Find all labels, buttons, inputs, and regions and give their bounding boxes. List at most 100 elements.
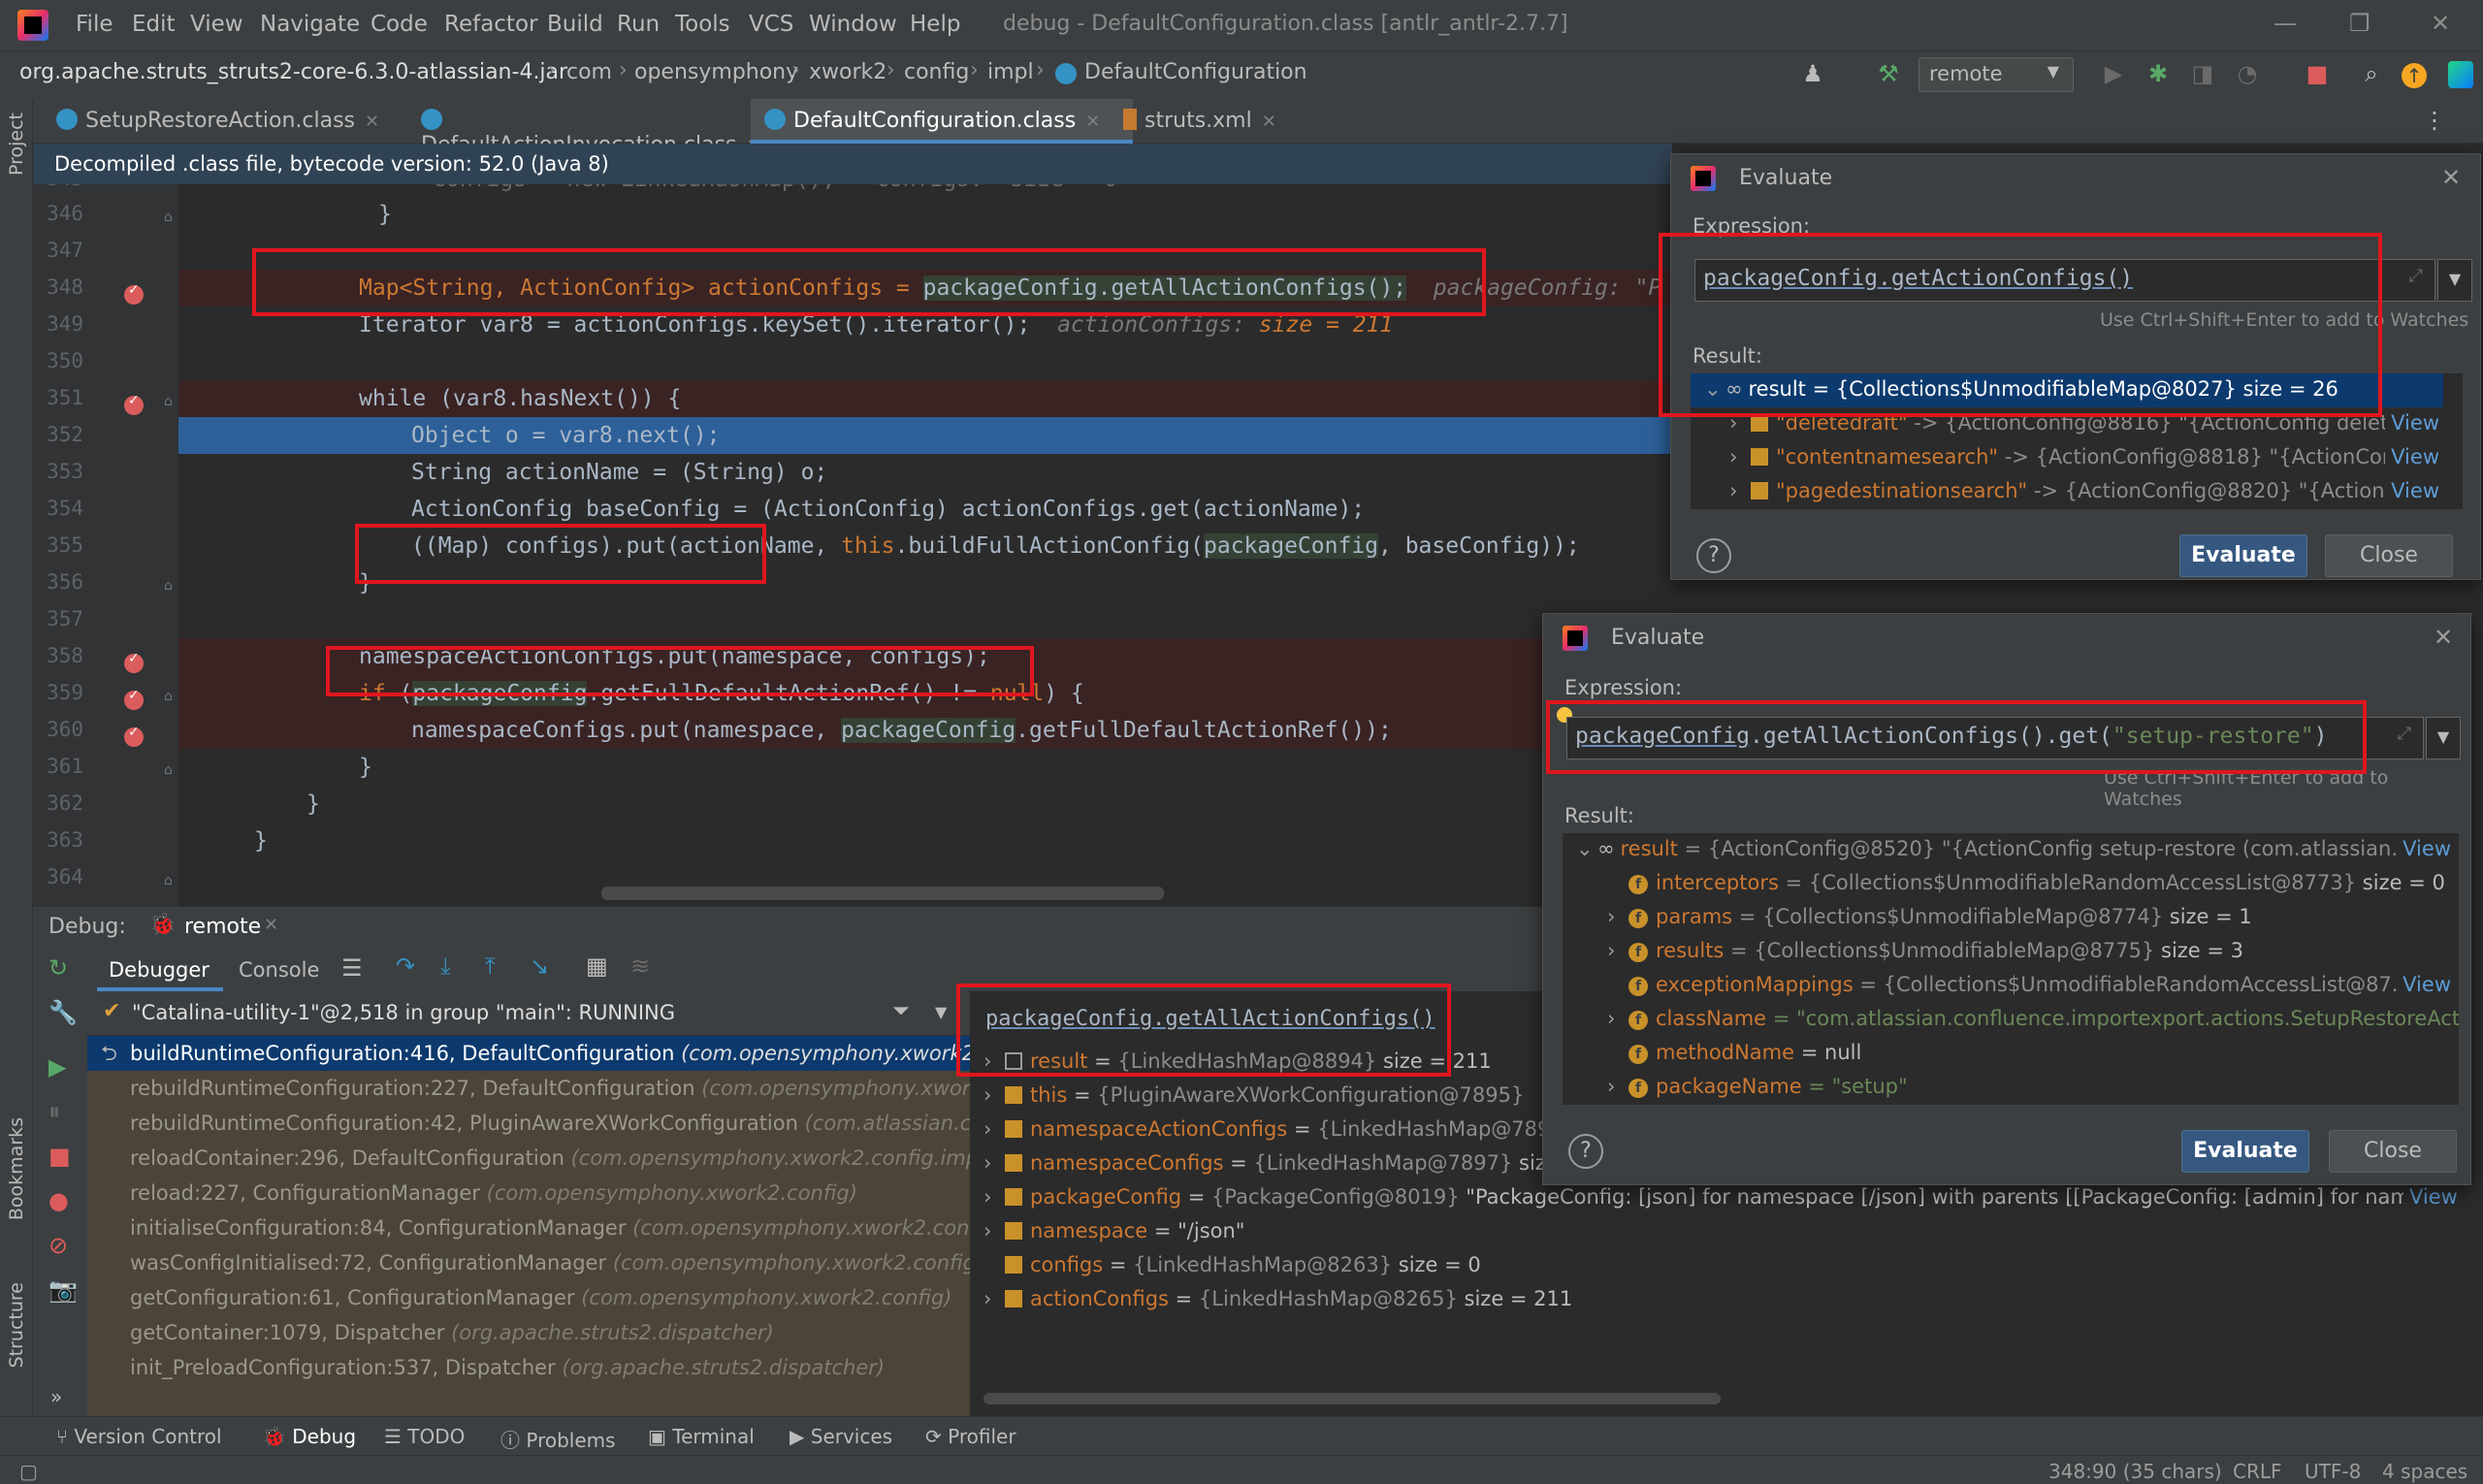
chevron-right-icon[interactable]: › — [1607, 939, 1628, 962]
variable-row[interactable]: › namespaceActionConfigs = {LinkedHashMap… — [984, 1113, 1550, 1147]
step-into-icon[interactable]: ⤓ — [440, 952, 451, 980]
help-icon[interactable]: ? — [1696, 538, 1731, 573]
frame-item-selected[interactable]: ⮌ buildRuntimeConfiguration:416, Default… — [87, 1036, 970, 1071]
frame-item[interactable]: wasConfigInitialised:72, ConfigurationMa… — [87, 1245, 970, 1280]
run-config-select[interactable]: remote ▼ — [1919, 57, 2074, 92]
tool-version-control[interactable]: ⑂ Version Control — [56, 1425, 222, 1448]
field-row[interactable]: › f params = {Collections$UnmodifiableMap@… — [1563, 901, 2252, 935]
view-link[interactable]: View — [2385, 479, 2439, 502]
close-icon[interactable]: ✕ — [2441, 164, 2461, 191]
resume-icon[interactable]: ▶ — [48, 1053, 66, 1081]
result-child-row[interactable]: › "contentnamesearch" -> {ActionConfig@88… — [1691, 441, 2443, 475]
frame-item[interactable]: rebuildRuntimeConfiguration:227, Default… — [87, 1071, 970, 1106]
tool-profiler[interactable]: ⟳ Profiler — [925, 1425, 1016, 1448]
stop-icon[interactable]: ■ — [48, 1143, 71, 1170]
more-tabs-icon[interactable]: ⋮ — [2423, 107, 2446, 134]
fold-icon[interactable]: ⌂ — [164, 210, 173, 225]
help-icon[interactable]: ? — [1568, 1134, 1603, 1169]
view-breakpoints-icon[interactable]: ● — [48, 1187, 69, 1214]
caret-position[interactable]: 348:90 (35 chars) — [2048, 1460, 2222, 1483]
variable-row[interactable]: › namespaceConfigs = {LinkedHashMap@7897}… — [984, 1147, 1559, 1181]
breadcrumb-com[interactable]: com — [566, 60, 612, 84]
thread-selector[interactable]: ✔ "Catalina-utility-1"@2,518 in group "m… — [87, 991, 970, 1036]
tool-debug[interactable]: 🐞 Debug — [262, 1425, 356, 1448]
tab-debugger[interactable]: Debugger — [109, 958, 210, 982]
trace-icon[interactable]: ≋ — [630, 952, 650, 980]
field-row[interactable]: f methodName = null — [1563, 1037, 1861, 1071]
chevron-right-icon[interactable]: › — [1729, 445, 1751, 468]
expand-icon[interactable]: ⤢ — [2409, 266, 2423, 286]
frame-item[interactable]: reloadContainer:296, DefaultConfiguratio… — [87, 1141, 970, 1176]
breadcrumb-class[interactable]: DefaultConfiguration — [1084, 60, 1307, 84]
menu-refactor[interactable]: Refactor — [444, 12, 537, 37]
menu-run[interactable]: Run — [617, 12, 660, 37]
breakpoint-icon[interactable] — [124, 393, 144, 415]
update-icon[interactable]: ↑ — [2402, 63, 2427, 88]
fold-icon[interactable]: ⌂ — [164, 394, 173, 409]
breadcrumb-xwork2[interactable]: xwork2 — [809, 60, 887, 84]
breadcrumb-config[interactable]: config — [904, 60, 969, 84]
debug-icon[interactable]: ✱ — [2142, 57, 2175, 90]
search-icon[interactable]: ⌕ — [2355, 57, 2388, 90]
tool-problems[interactable]: ⓘ Problems — [500, 1425, 616, 1453]
close-window-icon[interactable]: ✕ — [2431, 10, 2450, 37]
variable-row[interactable]: › actionConfigs = {LinkedHashMap@8265} si… — [984, 1283, 1572, 1317]
variable-row[interactable]: › this = {PluginAwareXWorkConfiguration@7… — [984, 1080, 1524, 1113]
chevron-right-icon[interactable]: › — [984, 1083, 1005, 1107]
menu-tools[interactable]: Tools — [675, 12, 730, 37]
run-to-cursor-icon[interactable]: ↘ — [530, 952, 549, 980]
structure-tool-button[interactable]: Structure — [6, 1282, 27, 1368]
frame-item[interactable]: init_PreloadConfiguration:537, Dispatche… — [87, 1350, 970, 1385]
tab-default-action-invocation[interactable]: DefaultActionInvocation.class✕ — [407, 99, 786, 157]
menu-file[interactable]: File — [76, 12, 113, 37]
chevron-down-icon[interactable]: ⌄ — [1576, 837, 1597, 860]
menu-icon[interactable]: ☰ — [341, 954, 363, 982]
debug-session-tab[interactable]: remote — [184, 915, 261, 939]
code-editor[interactable]: 345 346 347 348 349 350 351 352 353 354 … — [33, 184, 1672, 906]
breadcrumb-impl[interactable]: impl — [987, 60, 1034, 84]
view-link[interactable]: View — [2385, 411, 2439, 435]
expand-icon[interactable]: ⤢ — [2398, 724, 2411, 744]
close-button[interactable]: Close — [2325, 534, 2453, 577]
view-link[interactable]: View — [2403, 1185, 2458, 1209]
variable-row[interactable]: configs = {LinkedHashMap@8263} size = 0 — [984, 1249, 1481, 1283]
settings-icon[interactable]: 🔧 — [48, 999, 78, 1026]
stop-icon[interactable]: ■ — [2301, 57, 2334, 90]
rerun-icon[interactable]: ↻ — [48, 954, 68, 982]
frame-item[interactable]: rebuildRuntimeConfiguration:42, PluginAw… — [87, 1106, 970, 1141]
close-icon[interactable]: ✕ — [2434, 624, 2453, 651]
fold-icon[interactable]: ⌂ — [164, 689, 173, 704]
frame-item[interactable]: reload:227, ConfigurationManager (com.op… — [87, 1176, 970, 1210]
chevron-down-icon[interactable]: ▼ — [935, 1003, 947, 1021]
view-link[interactable]: View — [2397, 973, 2451, 996]
run-icon[interactable]: ▶ — [2097, 57, 2130, 90]
toggle-tool-windows-icon[interactable]: ▢ — [19, 1460, 38, 1483]
chevron-right-icon[interactable]: › — [984, 1287, 1005, 1310]
step-over-icon[interactable]: ↷ — [396, 952, 415, 980]
menu-edit[interactable]: Edit — [132, 12, 176, 37]
tool-todo[interactable]: ☰ TODO — [384, 1425, 465, 1448]
close-icon[interactable]: ✕ — [1085, 112, 1100, 132]
menu-help[interactable]: Help — [910, 12, 960, 37]
menu-code[interactable]: Code — [371, 12, 428, 37]
menu-navigate[interactable]: Navigate — [260, 12, 360, 37]
tab-struts-xml[interactable]: struts.xml ✕ — [1110, 99, 1323, 144]
camera-icon[interactable]: 📷 — [48, 1276, 78, 1304]
menu-vcs[interactable]: VCS — [749, 12, 793, 37]
toolbox-icon[interactable] — [2448, 61, 2473, 88]
menu-view[interactable]: View — [190, 12, 243, 37]
frame-item[interactable]: getConfiguration:61, ConfigurationManage… — [87, 1280, 970, 1315]
field-row[interactable]: f interceptors = {Collections$Unmodifiabl… — [1563, 867, 2445, 901]
evaluate-button[interactable]: Evaluate — [2179, 534, 2307, 577]
horizontal-scrollbar[interactable] — [601, 887, 1164, 900]
indent-setting[interactable]: 4 spaces — [2382, 1460, 2467, 1483]
chevron-right-icon[interactable]: › — [1607, 1007, 1628, 1030]
file-encoding[interactable]: UTF-8 — [2305, 1460, 2361, 1483]
fold-icon[interactable]: ⌂ — [164, 873, 173, 888]
minimize-icon[interactable]: — — [2273, 10, 2297, 37]
mute-breakpoints-icon[interactable]: ⊘ — [48, 1232, 68, 1259]
breadcrumb-opensymphony[interactable]: opensymphony — [634, 60, 798, 84]
step-out-icon[interactable]: ⤒ — [485, 952, 496, 980]
close-button[interactable]: Close — [2329, 1130, 2457, 1173]
breakpoint-icon[interactable] — [124, 282, 144, 305]
